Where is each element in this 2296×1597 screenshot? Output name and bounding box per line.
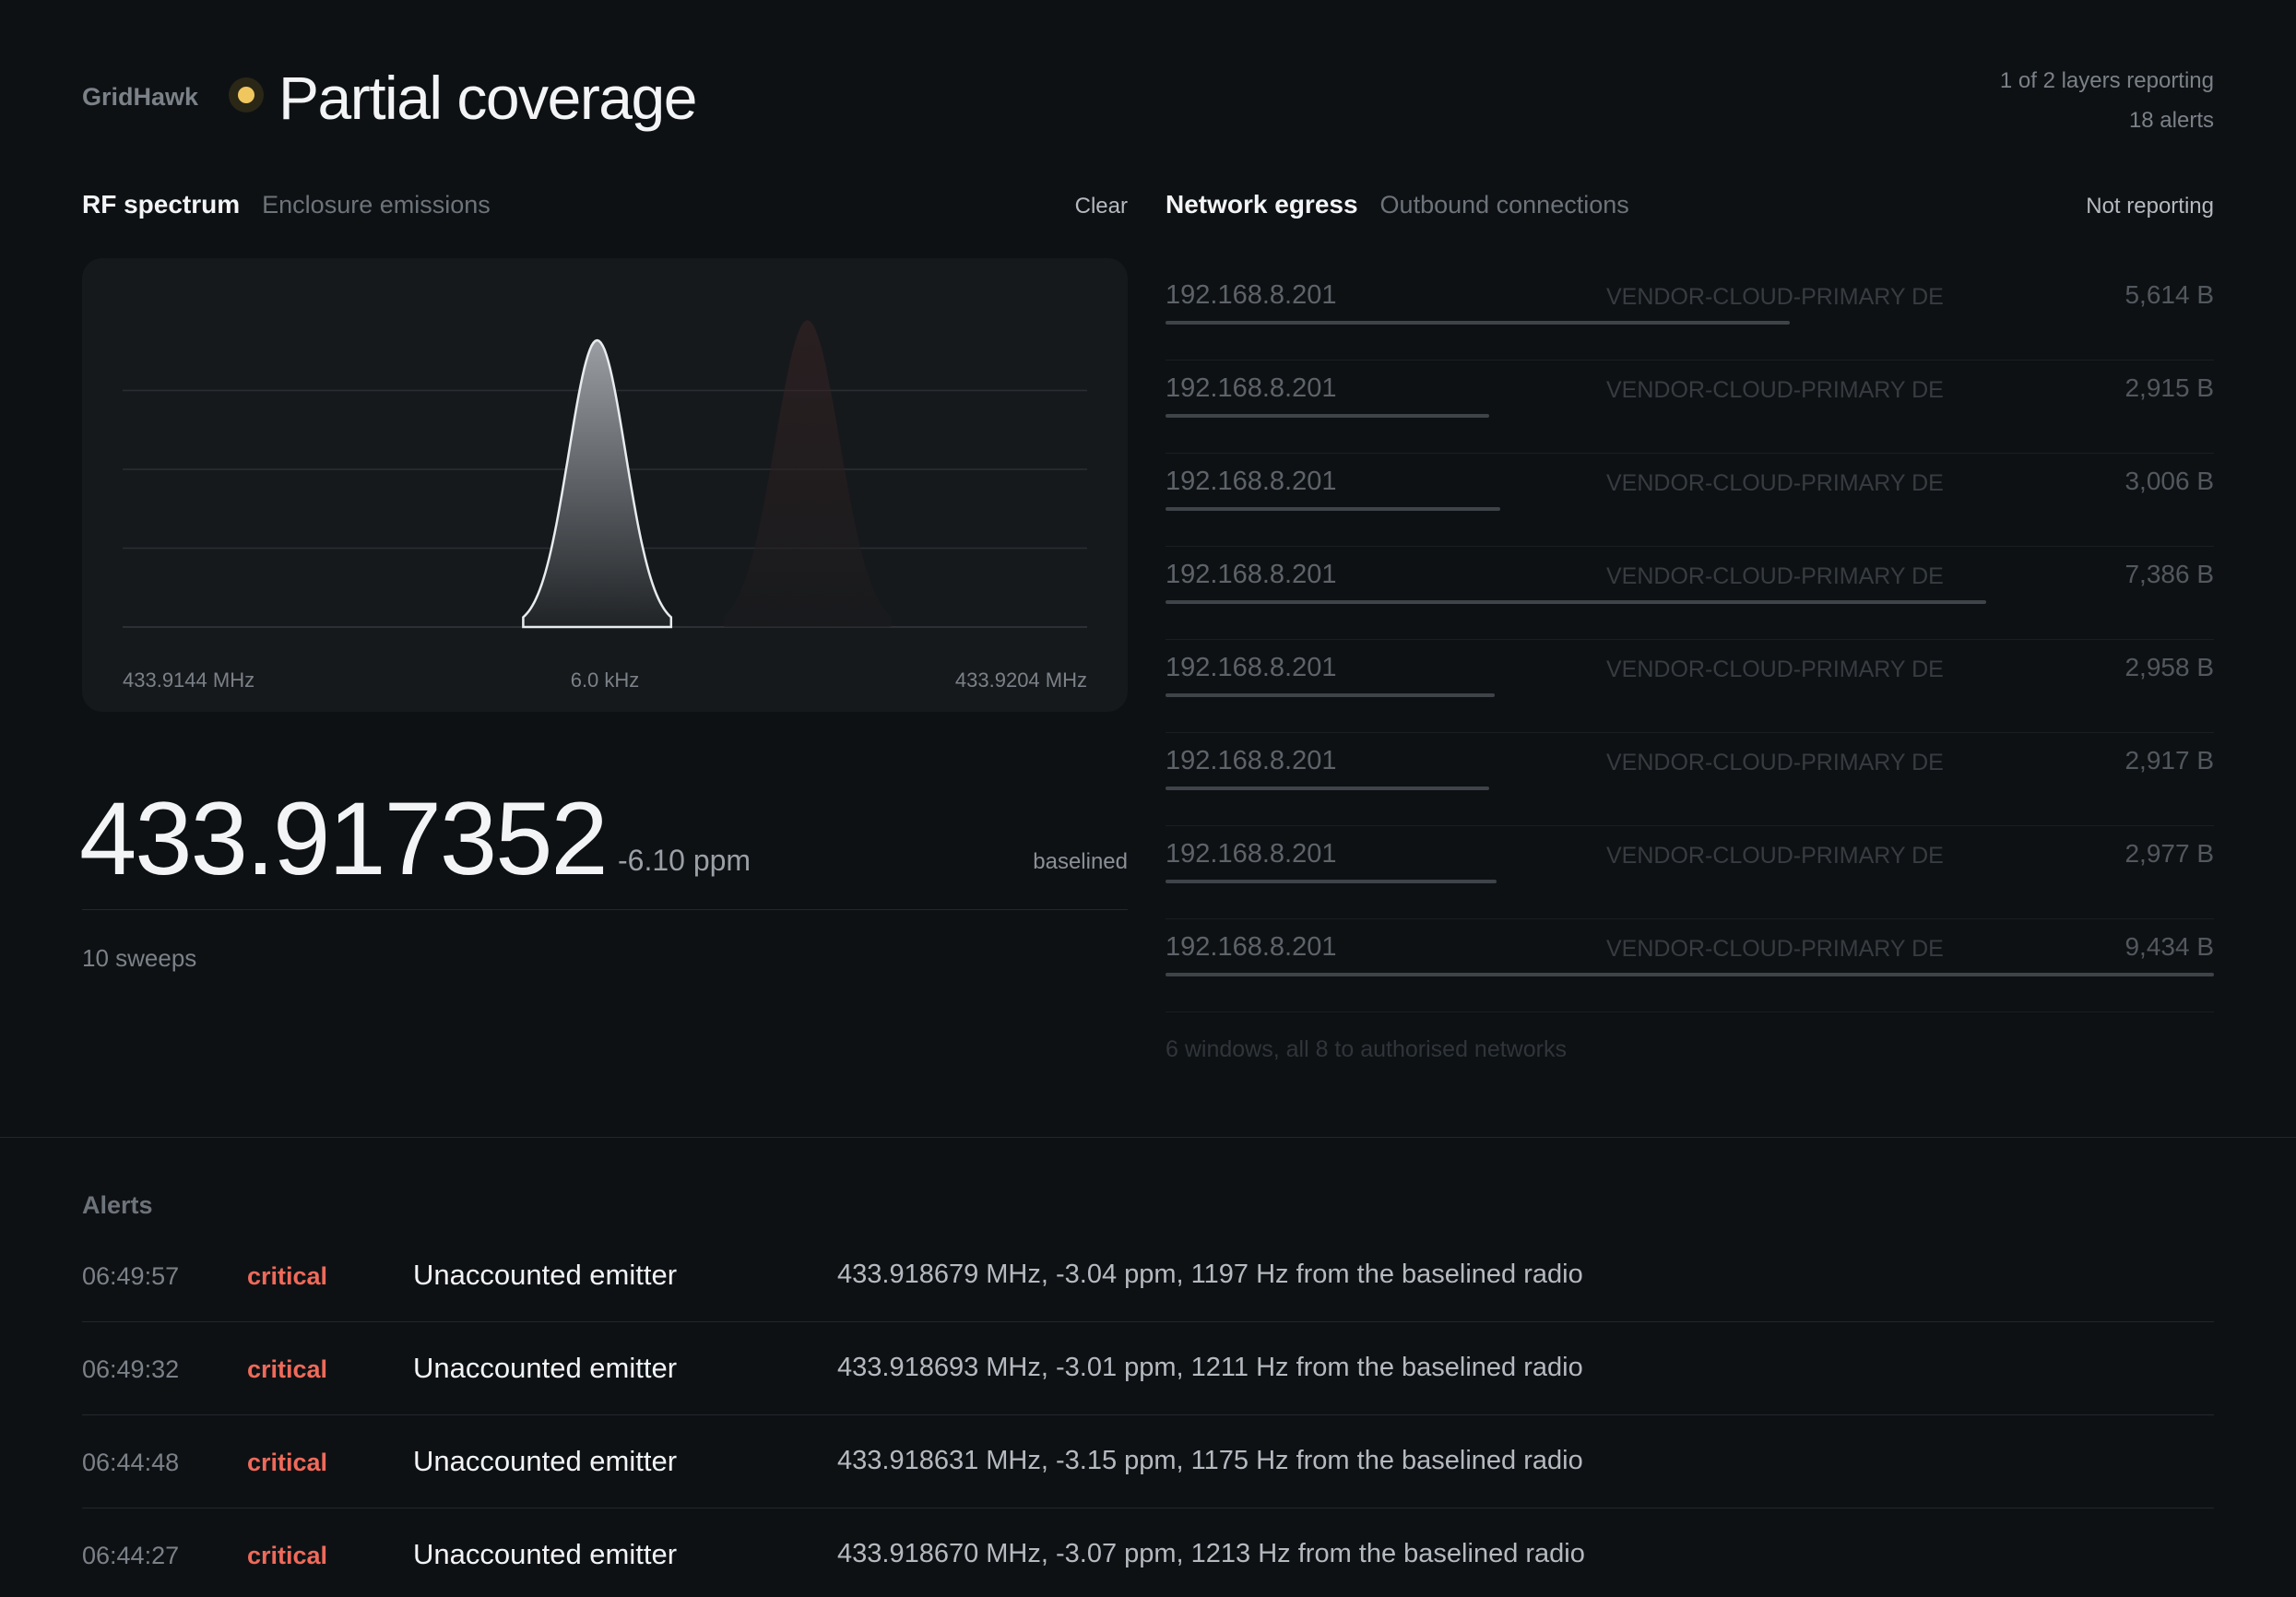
page-title: Partial coverage xyxy=(278,64,697,132)
egress-row[interactable]: 192.168.8.201 VENDOR-CLOUD-PRIMARY DE 5,61… xyxy=(1166,267,2214,361)
measured-frequency: 433.917352 xyxy=(79,781,609,896)
alert-row[interactable]: 06:49:32 critical Unaccounted emitter 433.9… xyxy=(82,1322,2214,1415)
egress-row[interactable]: 192.168.8.201 VENDOR-CLOUD-PRIMARY DE 2,95… xyxy=(1166,640,2214,733)
alert-time: 06:44:27 xyxy=(82,1542,180,1569)
egress-volume-bar xyxy=(1166,693,1496,697)
alert-detail: 433.918693 MHz, -3.01 ppm, 1211 Hz from … xyxy=(837,1353,1583,1382)
egress-ip: 192.168.8.201 xyxy=(1166,373,1337,403)
rf-panel-header: RF spectrum Enclosure emissions xyxy=(82,190,491,227)
egress-ip: 192.168.8.201 xyxy=(1166,932,1337,962)
egress-panel-header: Network egress Outbound connections xyxy=(1166,190,1629,227)
x-tick-label: 433.9204 MHz xyxy=(955,668,1087,692)
egress-ip: 192.168.8.201 xyxy=(1166,467,1337,496)
egress-row[interactable]: 192.168.8.201 VENDOR-CLOUD-PRIMARY DE 3,00… xyxy=(1166,454,2214,547)
alert-time: 06:44:48 xyxy=(82,1449,180,1476)
egress-row[interactable]: 192.168.8.201 VENDOR-CLOUD-PRIMARY DE 2,97… xyxy=(1166,826,2214,919)
alert-severity: critical xyxy=(247,1542,328,1569)
layers-reporting: 1 of 2 layers reporting xyxy=(1999,68,2214,93)
alert-title: Unaccounted emitter xyxy=(413,1538,678,1570)
frequency-state: baselined xyxy=(1033,849,1128,874)
sweep-count: 10 sweeps xyxy=(82,944,197,972)
alert-time: 06:49:32 xyxy=(82,1355,180,1383)
egress-bytes: 2,917 B xyxy=(2124,746,2214,775)
egress-ip: 192.168.8.201 xyxy=(1166,839,1337,869)
alert-row[interactable]: 06:44:48 critical Unaccounted emitter 433.9… xyxy=(82,1415,2214,1508)
rf-spectrum-chart: 433.9144 MHz 6.0 kHz 433.9204 MHz xyxy=(82,258,1128,712)
alert-row[interactable]: 06:44:27 critical Unaccounted emitter 433.9… xyxy=(82,1508,2214,1597)
egress-bytes: 5,614 B xyxy=(2124,280,2214,309)
egress-row[interactable]: 192.168.8.201 VENDOR-CLOUD-PRIMARY DE 9,43… xyxy=(1166,919,2214,1012)
status-indicator-icon xyxy=(229,77,264,112)
egress-list: 192.168.8.201 VENDOR-CLOUD-PRIMARY DE 5,61… xyxy=(1166,267,2214,1012)
x-tick-label: 6.0 kHz xyxy=(571,668,640,692)
chart-series xyxy=(522,320,892,629)
egress-ip: 192.168.8.201 xyxy=(1166,280,1337,310)
alert-detail: 433.918679 MHz, -3.04 ppm, 1197 Hz from … xyxy=(837,1260,1583,1289)
alerts-title: Alerts xyxy=(82,1191,153,1219)
brand-name: GridHawk xyxy=(82,83,199,111)
alert-title: Unaccounted emitter xyxy=(413,1259,678,1291)
rf-spectrum-svg: 433.9144 MHz 6.0 kHz 433.9204 MHz xyxy=(123,320,1087,692)
alert-row[interactable]: 06:49:57 critical Unaccounted emitter 433.9… xyxy=(82,1229,2214,1322)
header-summary: 1 of 2 layers reporting 18 alerts xyxy=(2000,61,2214,140)
alert-title: Unaccounted emitter xyxy=(413,1445,678,1477)
egress-network: VENDOR-CLOUD-PRIMARY DE xyxy=(1606,843,1944,869)
alerts-count: 18 alerts xyxy=(2128,108,2214,133)
egress-volume-bar xyxy=(1166,880,1497,883)
egress-network: VENDOR-CLOUD-PRIMARY DE xyxy=(1606,936,1944,962)
rf-status: Clear xyxy=(1074,194,1128,219)
egress-bytes: 2,915 B xyxy=(2124,373,2214,402)
baselined-emitter-peak xyxy=(522,338,673,629)
egress-bytes: 3,006 B xyxy=(2124,467,2214,495)
egress-ip: 192.168.8.201 xyxy=(1166,653,1337,682)
egress-bytes: 7,386 B xyxy=(2124,560,2214,588)
alert-time: 06:49:57 xyxy=(82,1262,180,1290)
rf-panel-subtitle: Enclosure emissions xyxy=(262,191,491,219)
egress-row[interactable]: 192.168.8.201 VENDOR-CLOUD-PRIMARY DE 2,91… xyxy=(1166,361,2214,454)
egress-volume-bar xyxy=(1166,507,1500,511)
unaccounted-emitter-peak xyxy=(724,320,892,627)
egress-footer: 6 windows, all 8 to authorised networks xyxy=(1166,1036,1567,1062)
egress-network: VENDOR-CLOUD-PRIMARY DE xyxy=(1606,750,1944,775)
egress-ip: 192.168.8.201 xyxy=(1166,746,1337,775)
egress-panel-subtitle: Outbound connections xyxy=(1379,191,1629,219)
egress-bytes: 9,434 B xyxy=(2124,932,2214,961)
egress-bytes: 2,958 B xyxy=(2124,653,2214,681)
egress-volume-bar xyxy=(1166,414,1490,418)
egress-row[interactable]: 192.168.8.201 VENDOR-CLOUD-PRIMARY DE 2,91… xyxy=(1166,733,2214,826)
egress-volume-bar xyxy=(1166,973,2214,976)
alert-title: Unaccounted emitter xyxy=(413,1352,678,1384)
egress-row[interactable]: 192.168.8.201 VENDOR-CLOUD-PRIMARY DE 7,38… xyxy=(1166,547,2214,640)
alert-severity: critical xyxy=(247,1262,328,1290)
alert-severity: critical xyxy=(247,1355,328,1383)
x-tick-label: 433.9144 MHz xyxy=(123,668,254,692)
alert-detail: 433.918631 MHz, -3.15 ppm, 1175 Hz from … xyxy=(837,1446,1583,1475)
egress-bytes: 2,977 B xyxy=(2124,839,2214,868)
alert-severity: critical xyxy=(247,1449,328,1476)
egress-ip: 192.168.8.201 xyxy=(1166,560,1337,589)
egress-network: VENDOR-CLOUD-PRIMARY DE xyxy=(1606,470,1944,496)
egress-network: VENDOR-CLOUD-PRIMARY DE xyxy=(1606,657,1944,682)
section-divider xyxy=(0,1137,2296,1138)
egress-volume-bar xyxy=(1166,600,1987,604)
frequency-ppm: -6.10 ppm xyxy=(618,844,752,877)
alerts-list: 06:49:57 critical Unaccounted emitter 433.9… xyxy=(82,1229,2214,1597)
egress-network: VENDOR-CLOUD-PRIMARY DE xyxy=(1606,563,1944,589)
rf-panel-title: RF spectrum xyxy=(82,190,241,219)
egress-volume-bar xyxy=(1166,321,1790,325)
rf-divider xyxy=(82,909,1128,910)
egress-network: VENDOR-CLOUD-PRIMARY DE xyxy=(1606,377,1944,403)
egress-status: Not reporting xyxy=(2086,194,2214,219)
egress-volume-bar xyxy=(1166,787,1490,790)
egress-network: VENDOR-CLOUD-PRIMARY DE xyxy=(1606,284,1944,310)
egress-panel-title: Network egress xyxy=(1166,190,1358,219)
chart-x-ticks: 433.9144 MHz 6.0 kHz 433.9204 MHz xyxy=(123,668,1087,692)
alert-detail: 433.918670 MHz, -3.07 ppm, 1213 Hz from … xyxy=(837,1539,1585,1568)
gridhawk-dashboard: GridHawk Partial coverage 1 of 2 layers … xyxy=(0,0,2296,1597)
